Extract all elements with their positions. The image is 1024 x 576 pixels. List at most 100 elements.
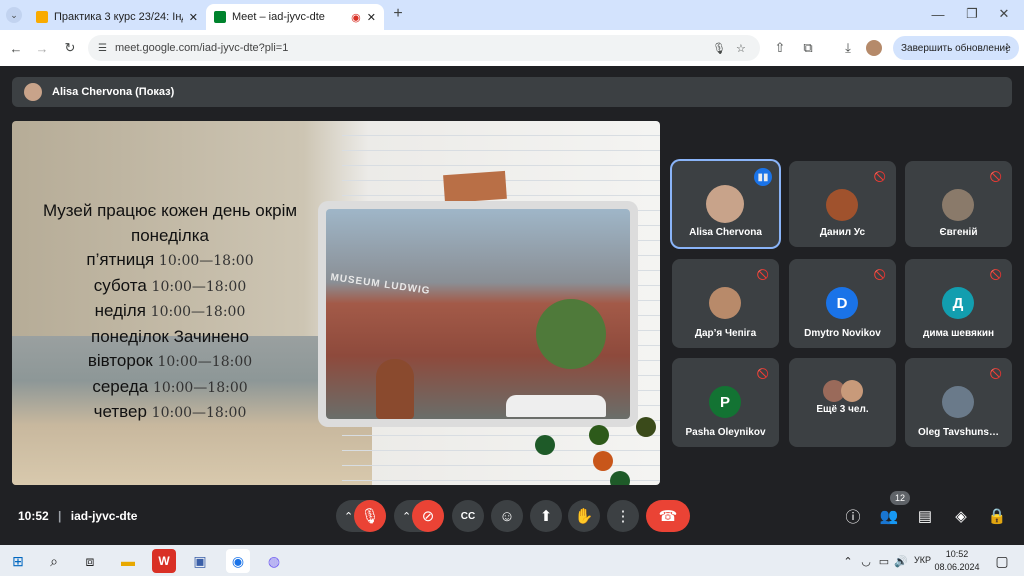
update-button[interactable]: Завершить обновление ⋮ [893,36,1019,60]
notifications-icon[interactable]: ▢ [990,549,1014,573]
tree-shape [536,299,606,369]
decor-dot [535,435,555,455]
presenter-avatar [24,83,42,101]
volume-icon[interactable]: 🔊 [889,549,913,573]
more-vert-icon: ⋮ [615,508,631,525]
profile-avatar[interactable] [866,40,882,56]
participant-tile[interactable]: ▮▮ Alisa Chervona [672,161,779,247]
chat-button[interactable]: ▤ [909,500,941,532]
task-view-icon[interactable]: ⧈ [78,549,102,573]
participant-avatar [826,189,858,221]
leave-call-button[interactable]: ☎ [646,500,690,532]
chat-icon: ▤ [917,508,933,525]
participant-avatar [706,185,744,223]
schedule-row: понеділок Зачинено [91,326,249,346]
present-screen-icon: ⬆ [539,508,553,525]
clock[interactable]: 10:52 08.06.2024 [934,548,980,574]
address-bar[interactable]: ☰ meet.google.com/iad-jyvc-dte?pli=1 🎙 ☆ [88,35,760,61]
speaking-indicator-icon: ▮▮ [754,168,772,186]
microphone-icon[interactable]: 🎙 [712,42,726,55]
bookmark-star-icon[interactable]: ☆ [736,42,746,55]
raise-hand-button[interactable]: ✋ [568,500,600,532]
participant-avatar [709,287,741,319]
participant-tile[interactable]: 🚫 Данил Ус [789,161,896,247]
windows-start-icon[interactable]: ⊞ [6,549,30,573]
info-icon: ⓘ [845,508,861,526]
people-icon: 👥 [879,508,899,525]
clock-time: 10:52 [945,549,969,559]
participant-avatar: Д [942,287,974,319]
mic-off-icon: 🚫 [989,171,1003,183]
site-info-icon[interactable]: ☰ [98,43,107,54]
mic-off-icon: 🚫 [989,368,1003,380]
schedule-title-line2: понеділка [130,225,209,245]
participant-tile[interactable]: 🚫 Дар’я Чепіга [672,259,779,348]
chrome-icon[interactable]: ◉ [226,549,250,573]
mic-off-icon: 🎙 [360,508,380,525]
tab-classroom[interactable]: Практика 3 курс 23/24: Індиві… ✕ [28,4,206,30]
participant-avatar: D [826,287,858,319]
schedule-row: вівторок 10:00—18:00 [87,351,253,370]
back-icon[interactable]: ← [8,40,24,56]
participant-tile[interactable]: P 🚫 Pasha Oleynikov [672,358,779,447]
tab-list-chevron-icon[interactable]: ⌄ [6,7,22,23]
maximize-icon[interactable]: ❐ [964,6,980,22]
tab-meet[interactable]: Meet – iad-jyvc-dte ◉ ✕ [206,4,384,30]
language-indicator[interactable]: УКР [914,555,931,565]
participant-tile-others[interactable]: Ещё 3 чел. [789,358,896,447]
meeting-info: 10:52 | iad-jyvc-dte [18,509,138,523]
file-explorer-icon[interactable]: ▬ [116,549,140,573]
minimize-icon[interactable]: — [930,6,946,22]
update-label: Завершить обновление [901,42,1011,54]
schedule-row: неділя 10:00—18:00 [94,301,246,320]
mic-toggle-button[interactable]: 🎙 [354,500,386,532]
new-tab-icon[interactable]: + [390,5,406,22]
present-button[interactable]: ⬆ [530,500,562,532]
reload-icon[interactable]: ↻ [62,40,78,56]
download-icon[interactable]: ⤓ [840,40,856,56]
participant-tile[interactable]: Д 🚫 дима шевякин [905,259,1012,348]
viber-icon[interactable]: ◍ [262,549,286,573]
mic-off-icon: 🚫 [873,269,887,281]
presenter-bar: Alisa Chervona (Показ) [12,77,1012,107]
participant-tile[interactable]: D 🚫 Dmytro Novikov [789,259,896,348]
search-icon[interactable]: ⌕ [42,549,66,573]
captions-button[interactable]: CC [452,500,484,532]
save-app-icon[interactable]: ▣ [188,549,212,573]
participant-tile[interactable]: 🚫 Євгеній [905,161,1012,247]
hang-up-icon: ☎ [658,508,678,525]
close-icon[interactable]: ✕ [367,11,376,24]
extensions-icon[interactable]: ⧉ [800,40,816,56]
participant-avatar [942,189,974,221]
shared-screen: Музей працює кожен день окрім понеділка … [12,121,660,485]
schedule-row: субота 10:00—18:00 [93,275,247,295]
tab-title: Meet – iad-jyvc-dte [232,11,325,23]
more-vert-icon[interactable]: ⋮ [1001,41,1013,55]
activities-button[interactable]: ◈ [945,500,977,532]
activities-icon: ◈ [955,508,967,525]
wps-office-icon[interactable]: W [152,549,176,573]
woman-figure [376,359,414,419]
mic-off-icon: 🚫 [873,171,887,183]
participant-name: Данил Ус [819,227,866,238]
schedule-row: четвер 10:00—18:00 [93,402,247,421]
hand-icon: ✋ [574,508,594,525]
host-controls-button[interactable]: 🔒 [981,500,1013,532]
extension-pin-icon[interactable]: ⇧ [772,40,788,56]
schedule-row: середа 10:00—18:00 [92,376,248,396]
decor-dot [636,417,656,437]
meeting-time: 10:52 [18,509,49,523]
url-text: meet.google.com/iad-jyvc-dte?pli=1 [114,42,289,54]
meeting-details-button[interactable]: ⓘ [837,500,869,532]
tape-decoration [443,170,507,204]
participant-tile[interactable]: 🚫 Oleg Tavshuns… [905,358,1012,447]
reactions-button[interactable]: ☺ [491,500,523,532]
close-window-icon[interactable]: ✕ [996,6,1012,22]
close-icon[interactable]: ✕ [189,11,198,24]
more-options-button[interactable]: ⋮ [607,500,639,532]
camera-toggle-button[interactable]: ⊘ [412,500,444,532]
mic-off-icon: 🚫 [756,269,770,281]
mic-off-icon: 🚫 [756,368,770,380]
forward-icon[interactable]: → [34,40,50,56]
browser-tab-bar: ⌄ Практика 3 курс 23/24: Індиві… ✕ Meet … [0,0,1024,30]
